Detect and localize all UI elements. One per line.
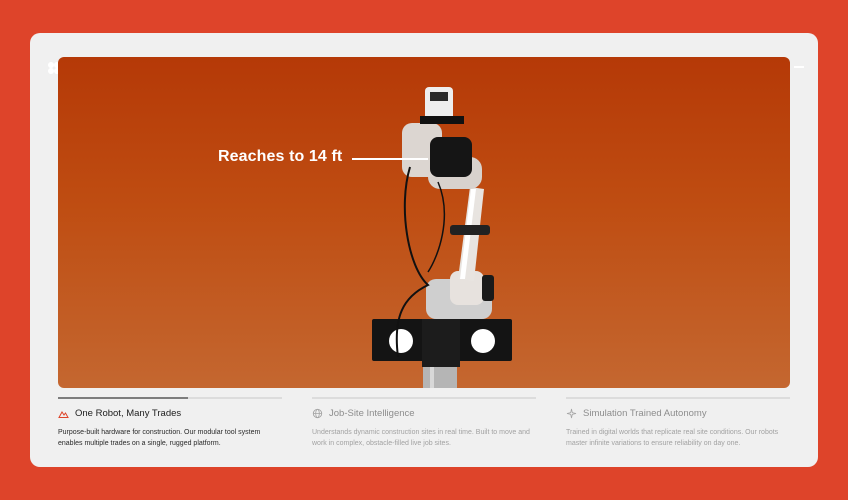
feature-tabs: One Robot, Many Trades Purpose-built har… [58,397,790,467]
callout-pointer-line [352,158,428,160]
feature-title: Simulation Trained Autonomy [583,408,707,419]
robot-arm-image [372,87,512,388]
sparkle-icon [566,408,577,419]
feature-title: Job-Site Intelligence [329,408,415,419]
feature-tab-one-robot[interactable]: One Robot, Many Trades Purpose-built har… [58,397,282,449]
feature-description: Trained in digital worlds that replicate… [566,429,779,447]
feature-progress-bar [58,397,282,399]
globe-icon [312,408,323,419]
hero-media: Reaches to 14 ft [58,57,790,388]
feature-tab-simulation[interactable]: Simulation Trained Autonomy Trained in d… [566,397,790,449]
feature-description: Understands dynamic construction sites i… [312,429,530,447]
feature-title: One Robot, Many Trades [75,408,182,419]
feature-progress-bar [312,397,536,399]
menu-icon[interactable] [794,66,804,68]
feature-description: Purpose-built hardware for construction.… [58,429,261,447]
reach-callout: Reaches to 14 ft [218,148,343,165]
mountain-icon [58,408,69,419]
feature-tab-job-site[interactable]: Job-Site Intelligence Understands dynami… [312,397,536,449]
content-card: Reaches to 14 ft One Robot, Many Trades … [30,33,818,467]
feature-progress-fill [58,397,188,399]
feature-progress-bar [566,397,790,399]
